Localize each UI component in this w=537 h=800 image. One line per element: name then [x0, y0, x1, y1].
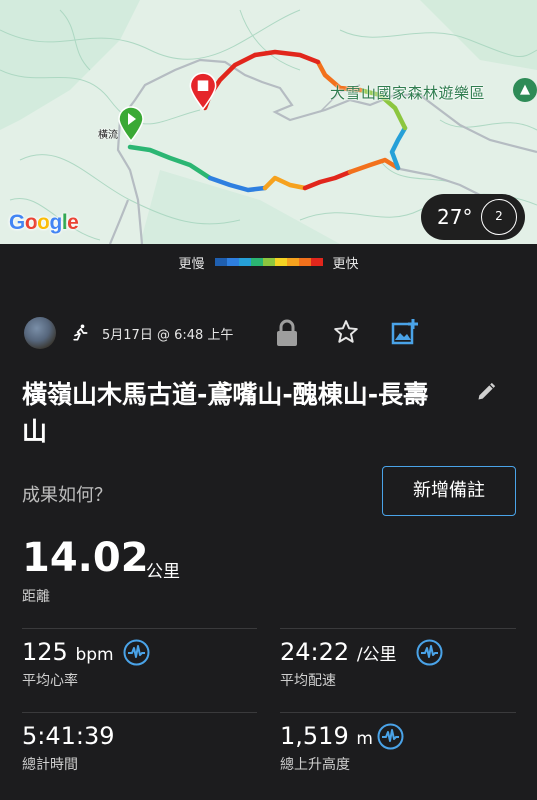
- legend-slower-label: 更慢: [178, 256, 205, 272]
- pace-label: 平均配速: [280, 673, 336, 689]
- pace-unit: /公里: [356, 645, 397, 665]
- weather-badge[interactable]: 2: [481, 199, 517, 235]
- total-time-stat[interactable]: 5:41:39 總計時間: [22, 722, 115, 774]
- total-time-label: 總計時間: [22, 757, 78, 773]
- running-icon: [73, 324, 88, 341]
- activity-header: 5月17日 @ 6:48 上午: [24, 316, 519, 350]
- distance-label: 距離: [22, 589, 50, 605]
- divider: [280, 712, 516, 713]
- pace-stat[interactable]: 24:22 /公里 平均配速: [280, 638, 397, 690]
- pace-color-segment: [298, 258, 311, 266]
- temperature-text: 27°: [437, 205, 473, 229]
- heart-rate-value: 125: [22, 638, 68, 666]
- avatar[interactable]: [24, 317, 56, 349]
- heart-rate-label: 平均心率: [22, 673, 78, 689]
- pace-color-segment: [226, 258, 239, 266]
- finish-flag-icon[interactable]: [188, 72, 218, 110]
- elevation-value: 1,519: [280, 722, 349, 750]
- activity-title: 橫嶺山木馬古道-鳶嘴山-醜棟山-長壽山: [22, 380, 429, 446]
- activity-date: 5月17日 @ 6:48 上午: [102, 327, 234, 343]
- heart-rate-stat[interactable]: 125 bpm 平均心率: [22, 638, 114, 690]
- distance-value: 14.02: [22, 535, 149, 581]
- pace-color-bar: [214, 258, 323, 266]
- legend-faster-label: 更快: [332, 256, 359, 272]
- divider: [280, 628, 516, 629]
- google-logo: Google: [9, 211, 79, 234]
- route-map[interactable]: 大雪山國家森林遊樂區 ▲ 橫流 Google 27° 2: [0, 0, 537, 244]
- park-label: 大雪山國家森林遊樂區: [330, 84, 486, 102]
- village-label: 橫流: [98, 130, 118, 141]
- pace-color-segment: [214, 258, 227, 266]
- pace-legend: 更慢 更快: [0, 252, 537, 272]
- add-note-button[interactable]: 新增備註: [382, 466, 516, 516]
- elevation-stat[interactable]: 1,519 m 總上升高度: [280, 722, 373, 774]
- star-icon[interactable]: [333, 319, 359, 345]
- pace-color-segment: [310, 258, 323, 266]
- pace-color-segment: [238, 258, 251, 266]
- start-flag-icon[interactable]: [117, 106, 145, 142]
- pace-color-segment: [250, 258, 263, 266]
- divider: [22, 712, 257, 713]
- edit-pencil-icon[interactable]: [476, 382, 496, 402]
- park-tree-icon[interactable]: ▲: [513, 78, 537, 102]
- total-time-value: 5:41:39: [22, 722, 115, 750]
- pace-color-segment: [262, 258, 275, 266]
- divider: [22, 628, 257, 629]
- lock-icon[interactable]: [276, 319, 298, 347]
- weather-widget[interactable]: 27° 2: [421, 194, 525, 240]
- elevation-chart-icon[interactable]: [377, 723, 404, 750]
- pace-value: 24:22: [280, 638, 350, 666]
- add-photo-icon[interactable]: [391, 318, 419, 346]
- heart-rate-chart-icon[interactable]: [123, 639, 150, 666]
- distance-unit: 公里: [146, 562, 180, 582]
- elevation-unit: m: [356, 729, 373, 749]
- pace-color-segment: [286, 258, 299, 266]
- pace-color-segment: [274, 258, 287, 266]
- pace-chart-icon[interactable]: [416, 639, 443, 666]
- elevation-label: 總上升高度: [280, 757, 350, 773]
- how-did-it-go-prompt: 成果如何？: [22, 485, 112, 506]
- heart-rate-unit: bpm: [75, 645, 114, 665]
